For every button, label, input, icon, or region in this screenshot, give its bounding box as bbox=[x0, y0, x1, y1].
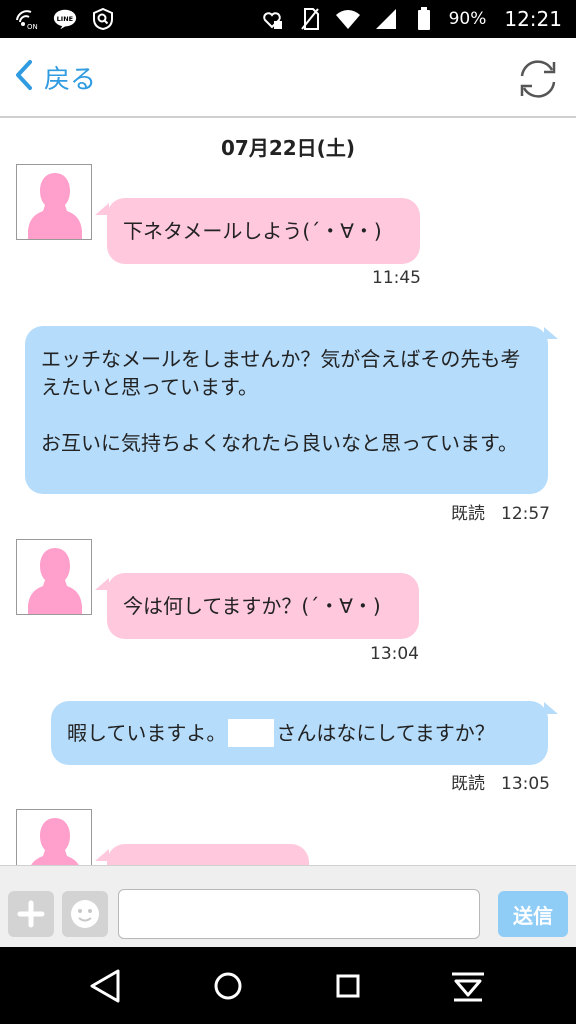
back-triangle-icon bbox=[90, 969, 120, 1003]
nav-home-button[interactable] bbox=[206, 965, 250, 1007]
read-receipt: 既読 bbox=[451, 774, 485, 794]
chevron-left-icon bbox=[14, 59, 34, 95]
wifi-on-icon: ON bbox=[14, 8, 40, 30]
avatar[interactable] bbox=[16, 164, 92, 240]
battery-icon bbox=[411, 7, 437, 30]
message-meta: 11:45 bbox=[372, 268, 421, 288]
message-input[interactable] bbox=[118, 889, 480, 939]
avatar[interactable] bbox=[16, 809, 92, 865]
date-separator: 07月22日(土) bbox=[221, 136, 355, 160]
message-list[interactable]: 07月22日(土) 下ネタメールしよう(´・∀・) 11:45 エッチなメールを… bbox=[0, 120, 576, 865]
message-bubble-outgoing[interactable]: 暇していますよ。 さんはなにしてますか？ bbox=[51, 701, 548, 765]
chat-screen: ON LINE 90% 12:21 戻る 07月22日(土) 下ネタメールしよう… bbox=[0, 0, 576, 1024]
system-nav-bar bbox=[0, 947, 576, 1024]
send-button[interactable]: 送信 bbox=[498, 891, 568, 937]
female-silhouette-icon bbox=[17, 540, 91, 614]
home-circle-icon bbox=[214, 972, 242, 1000]
redacted-name bbox=[228, 719, 275, 747]
message-time: 13:05 bbox=[501, 774, 550, 794]
line-icon: LINE bbox=[52, 8, 78, 30]
plus-icon bbox=[17, 900, 45, 928]
shield-search-icon bbox=[90, 7, 116, 31]
message-text: エッチなメールをしませんか？気が合えばその先も考えたいと思っています。 bbox=[41, 347, 521, 399]
battery-percent: 90% bbox=[448, 9, 487, 29]
message-bubble-incoming[interactable]: 下ネタメールしよう(´・∀・) bbox=[107, 198, 420, 264]
female-silhouette-icon bbox=[17, 165, 91, 239]
message-time: 12:57 bbox=[501, 504, 550, 524]
message-text-after: さんはなにしてますか？ bbox=[276, 721, 495, 745]
wifi-icon bbox=[335, 8, 361, 30]
smiley-icon bbox=[71, 900, 99, 928]
app-header: 戻る bbox=[0, 38, 576, 118]
message-bubble-outgoing[interactable]: エッチなメールをしませんか？気が合えばその先も考えたいと思っています。 お互いに… bbox=[25, 326, 548, 494]
clock: 12:21 bbox=[504, 7, 562, 31]
back-label: 戻る bbox=[44, 64, 97, 95]
nav-back-button[interactable] bbox=[84, 965, 128, 1007]
message-meta: 既読 12:57 bbox=[451, 499, 550, 524]
nav-notification-button[interactable] bbox=[446, 965, 490, 1007]
bubble-tail bbox=[544, 702, 558, 714]
emoji-button[interactable] bbox=[62, 891, 108, 937]
nav-recents-button[interactable] bbox=[326, 965, 370, 1007]
recents-square-icon bbox=[336, 974, 360, 998]
svg-text:LINE: LINE bbox=[57, 15, 73, 23]
message-bubble-incoming[interactable] bbox=[107, 844, 309, 865]
status-bar: ON LINE 90% 12:21 bbox=[0, 0, 576, 38]
bubble-tail bbox=[544, 327, 558, 339]
notification-pull-icon bbox=[452, 972, 484, 1002]
message-time: 13:04 bbox=[370, 644, 419, 664]
signal-icon bbox=[373, 8, 399, 30]
add-attachment-button[interactable] bbox=[8, 891, 54, 937]
read-receipt: 既読 bbox=[451, 504, 485, 524]
no-sim-icon bbox=[297, 8, 323, 30]
back-button[interactable]: 戻る bbox=[14, 59, 96, 96]
message-meta: 13:04 bbox=[370, 644, 419, 664]
refresh-icon bbox=[514, 60, 562, 106]
message-meta: 既読 13:05 bbox=[451, 769, 550, 794]
svg-text:ON: ON bbox=[27, 23, 38, 30]
message-time: 11:45 bbox=[372, 268, 421, 288]
message-text: お互いに気持ちよくなれたら良いなと思っています。 bbox=[41, 431, 518, 455]
refresh-button[interactable] bbox=[514, 56, 562, 102]
heart-battery-icon bbox=[259, 8, 285, 30]
compose-bar: 送信 bbox=[0, 865, 576, 947]
avatar[interactable] bbox=[16, 539, 92, 615]
message-text: 下ネタメールしよう(´・∀・) bbox=[123, 219, 382, 243]
message-text: 今は何してますか？(´・∀・) bbox=[123, 594, 381, 618]
female-silhouette-icon bbox=[17, 810, 91, 865]
message-bubble-incoming[interactable]: 今は何してますか？(´・∀・) bbox=[107, 573, 419, 639]
message-text-before: 暇していますよ。 bbox=[67, 721, 227, 745]
